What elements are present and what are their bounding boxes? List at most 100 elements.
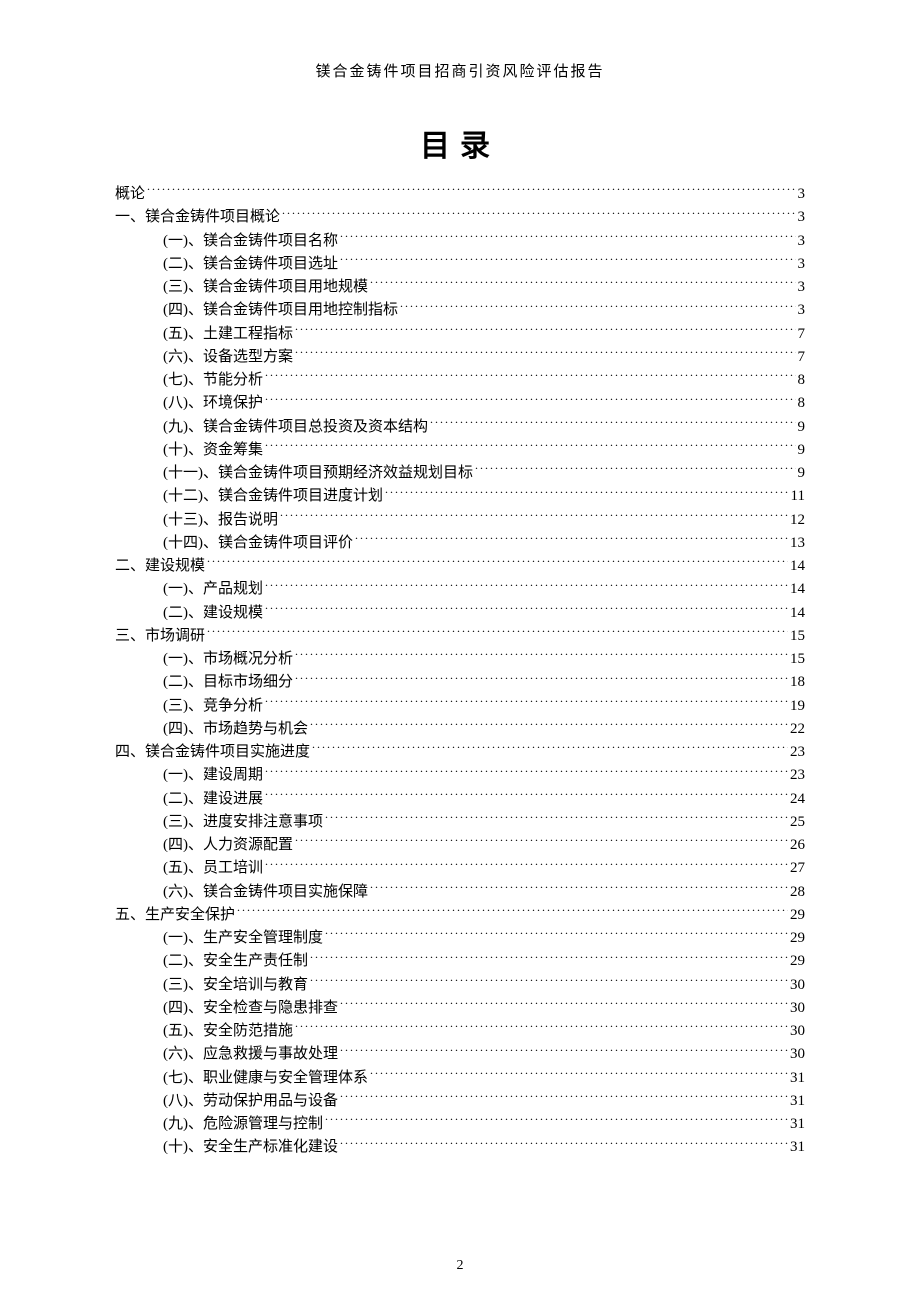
toc-leader-dots	[295, 834, 788, 849]
toc-leader-dots	[400, 299, 796, 314]
toc-entry: (四)、市场趋势与机会 22	[115, 718, 805, 741]
toc-entry: (六)、应急救援与事故处理30	[115, 1043, 805, 1066]
toc-entry-label: (八)、环境保护	[163, 392, 263, 415]
toc-entry-label: (七)、节能分析	[163, 369, 263, 392]
toc-leader-dots	[207, 555, 788, 570]
page-number: 2	[0, 1258, 920, 1274]
toc-entry: 一、镁合金铸件项目概论3	[115, 206, 805, 229]
toc-entry-label: (十四)、镁合金铸件项目评价	[163, 532, 353, 555]
toc-entry-label: (一)、生产安全管理制度	[163, 927, 323, 950]
toc-leader-dots	[310, 718, 788, 733]
toc-entry: 二、建设规模14	[115, 555, 805, 578]
toc-entry: (十四)、镁合金铸件项目评价 13	[115, 532, 805, 555]
toc-entry-page: 26	[790, 834, 805, 857]
toc-list: 概论3一、镁合金铸件项目概论3(一)、镁合金铸件项目名称3(二)、镁合金铸件项目…	[115, 183, 805, 1160]
toc-entry: (十)、资金筹集9	[115, 439, 805, 462]
toc-entry-page: 31	[790, 1067, 805, 1090]
toc-entry-label: (二)、镁合金铸件项目选址	[163, 253, 338, 276]
toc-leader-dots	[265, 602, 788, 617]
toc-entry-label: (十)、资金筹集	[163, 439, 263, 462]
toc-entry: (二)、安全生产责任制29	[115, 950, 805, 973]
toc-leader-dots	[265, 788, 788, 803]
toc-leader-dots	[295, 671, 788, 686]
toc-entry: 三、市场调研15	[115, 625, 805, 648]
toc-entry-label: (一)、镁合金铸件项目名称	[163, 230, 338, 253]
toc-entry-label: (一)、产品规划	[163, 578, 263, 601]
toc-entry-page: 24	[790, 788, 805, 811]
toc-entry: 五、生产安全保护 29	[115, 904, 805, 927]
toc-entry-page: 14	[790, 602, 805, 625]
toc-entry-label: (四)、市场趋势与机会	[163, 718, 308, 741]
toc-entry-page: 23	[790, 764, 805, 787]
toc-leader-dots	[355, 532, 788, 547]
toc-entry-page: 3	[798, 230, 806, 253]
toc-leader-dots	[282, 206, 795, 221]
toc-leader-dots	[295, 323, 796, 338]
toc-entry: (九)、镁合金铸件项目总投资及资本结构9	[115, 416, 805, 439]
toc-entry-page: 9	[798, 462, 806, 485]
toc-entry-page: 29	[790, 950, 805, 973]
toc-entry-label: 概论	[115, 183, 145, 206]
toc-entry-label: (三)、安全培训与教育	[163, 974, 308, 997]
toc-entry-page: 13	[790, 532, 805, 555]
toc-leader-dots	[237, 904, 788, 919]
toc-entry-page: 12	[790, 509, 805, 532]
toc-entry-label: (三)、进度安排注意事项	[163, 811, 323, 834]
toc-entry-label: 五、生产安全保护	[115, 904, 235, 927]
toc-entry-label: (六)、镁合金铸件项目实施保障	[163, 881, 368, 904]
toc-leader-dots	[325, 811, 788, 826]
toc-leader-dots	[325, 1113, 788, 1128]
toc-leader-dots	[340, 253, 796, 268]
toc-entry-page: 30	[790, 974, 805, 997]
toc-entry: (四)、安全检查与隐患排查30	[115, 997, 805, 1020]
toc-entry: (一)、镁合金铸件项目名称 3	[115, 230, 805, 253]
toc-leader-dots	[340, 1136, 788, 1151]
toc-leader-dots	[340, 230, 796, 245]
toc-entry: (三)、镁合金铸件项目用地规模 3	[115, 276, 805, 299]
toc-leader-dots	[340, 997, 788, 1012]
toc-entry-page: 3	[798, 276, 806, 299]
toc-leader-dots	[475, 462, 796, 477]
toc-entry: (九)、危险源管理与控制31	[115, 1113, 805, 1136]
toc-entry-page: 22	[790, 718, 805, 741]
toc-entry-page: 8	[798, 369, 806, 392]
toc-leader-dots	[295, 648, 788, 663]
toc-entry-label: (三)、镁合金铸件项目用地规模	[163, 276, 368, 299]
toc-entry: (十三)、报告说明12	[115, 509, 805, 532]
toc-leader-dots	[295, 346, 796, 361]
toc-entry-label: (十二)、镁合金铸件项目进度计划	[163, 485, 383, 508]
toc-entry: (八)、环境保护8	[115, 392, 805, 415]
toc-entry-label: (五)、员工培训	[163, 857, 263, 880]
toc-leader-dots	[370, 276, 796, 291]
toc-entry-page: 14	[790, 578, 805, 601]
toc-entry: (一)、产品规划 14	[115, 578, 805, 601]
toc-entry-page: 14	[790, 555, 805, 578]
toc-entry-label: (二)、建设进展	[163, 788, 263, 811]
toc-entry-page: 30	[790, 1020, 805, 1043]
toc-entry: (二)、目标市场细分18	[115, 671, 805, 694]
toc-entry: (七)、节能分析 8	[115, 369, 805, 392]
toc-entry-label: (四)、安全检查与隐患排查	[163, 997, 338, 1020]
toc-entry-label: (九)、危险源管理与控制	[163, 1113, 323, 1136]
toc-entry-label: (五)、安全防范措施	[163, 1020, 293, 1043]
document-page: 镁合金铸件项目招商引资风险评估报告 目录 概论3一、镁合金铸件项目概论3(一)、…	[0, 0, 920, 1302]
toc-entry: (三)、安全培训与教育 30	[115, 974, 805, 997]
toc-entry-label: (十)、安全生产标准化建设	[163, 1136, 338, 1159]
toc-entry: (五)、员工培训27	[115, 857, 805, 880]
toc-entry-page: 23	[790, 741, 805, 764]
toc-entry-label: (一)、建设周期	[163, 764, 263, 787]
toc-entry: (二)、镁合金铸件项目选址3	[115, 253, 805, 276]
toc-entry-page: 31	[790, 1136, 805, 1159]
toc-entry-page: 29	[790, 904, 805, 927]
toc-leader-dots	[310, 974, 788, 989]
toc-leader-dots	[265, 857, 788, 872]
toc-leader-dots	[312, 741, 788, 756]
toc-entry: (二)、建设规模14	[115, 602, 805, 625]
toc-entry-label: (六)、设备选型方案	[163, 346, 293, 369]
toc-entry-label: (三)、竞争分析	[163, 695, 263, 718]
toc-leader-dots	[325, 927, 788, 942]
toc-entry: (十)、安全生产标准化建设 31	[115, 1136, 805, 1159]
toc-leader-dots	[295, 1020, 788, 1035]
toc-leader-dots	[385, 485, 789, 500]
toc-entry-page: 15	[790, 625, 805, 648]
